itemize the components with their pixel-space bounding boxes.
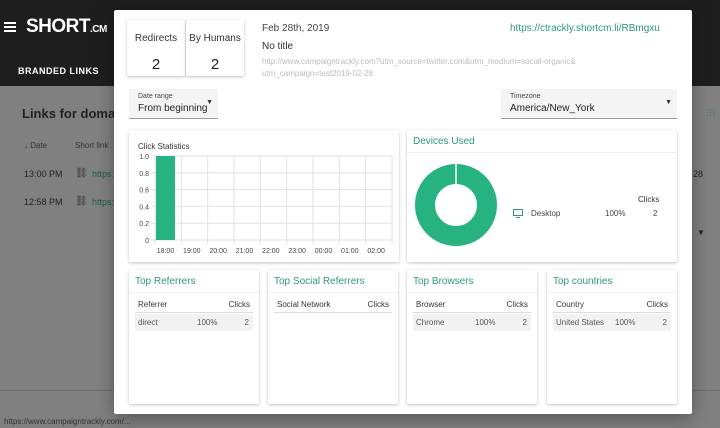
divider	[547, 292, 677, 293]
cell-percent: 100%	[615, 318, 636, 327]
link-date: Feb 28th, 2019	[262, 23, 330, 34]
link-icon: ⛓	[75, 196, 88, 207]
select-label: Timezone	[510, 93, 541, 100]
divider	[135, 312, 253, 313]
divider	[274, 312, 392, 313]
stat-label: By Humans	[189, 33, 241, 44]
x-tick-label: 00:00	[315, 248, 333, 255]
devices-used-card: Devices Used Clicks Desktop 100% 2	[407, 130, 677, 262]
original-url[interactable]: http://www.campaigntrackly.com?utm_sourc…	[262, 56, 577, 80]
cell-percent: 100%	[197, 318, 218, 327]
timezone-select[interactable]: Timezone America/New_York ▼	[501, 89, 677, 119]
divider	[407, 292, 537, 293]
divider	[129, 292, 259, 293]
divider	[407, 152, 677, 153]
column-date[interactable]: ↓ Date	[24, 141, 47, 150]
x-tick-label: 01:00	[341, 248, 359, 255]
col-header: Clicks	[506, 300, 528, 309]
top-countries-card: Top countries Country Clicks United Stat…	[547, 270, 677, 404]
x-tick-label: 20:00	[209, 248, 227, 255]
table-row[interactable]: United States 100% 2	[553, 314, 671, 331]
y-tick-label: 0	[145, 238, 149, 245]
table-row[interactable]: Chrome 100% 2	[413, 314, 531, 331]
col-header: Clicks	[646, 300, 668, 309]
chevron-down-icon[interactable]: ▼	[697, 228, 705, 237]
select-value: From beginning	[138, 103, 208, 114]
y-tick-label: 0.6	[139, 188, 149, 195]
stat-value: 2	[151, 56, 161, 73]
grid-view-icon[interactable]: ⁝⁝⁝	[706, 108, 716, 119]
row-link[interactable]: https:	[92, 169, 114, 179]
menu-icon[interactable]	[4, 22, 16, 32]
col-header: Referrer	[138, 300, 168, 309]
nav-branded-links[interactable]: BRANDED LINKS	[18, 66, 99, 76]
col-header: Social Network	[277, 300, 331, 309]
chevron-down-icon: ▼	[206, 99, 213, 106]
divider	[553, 312, 671, 313]
cell-percent: 100%	[475, 318, 496, 327]
x-tick-label: 21:00	[236, 248, 254, 255]
cell-clicks: 2	[662, 318, 667, 327]
device-percent: 100%	[605, 209, 626, 218]
cell-clicks: 2	[522, 318, 527, 327]
row-link[interactable]: https:	[92, 197, 114, 207]
bar-1800	[156, 156, 175, 240]
clicks-header: Clicks	[638, 195, 660, 204]
link-stats-modal: Redirects 2 By Humans 2 Feb 28th, 2019 N…	[114, 10, 692, 414]
date-range-select[interactable]: Date range From beginning ▼	[129, 89, 218, 119]
y-tick-label: 1.0	[139, 154, 149, 161]
section-title: Top Browsers	[413, 276, 474, 287]
top-referrers-card: Top Referrers Referrer Clicks direct 100…	[129, 270, 259, 404]
stat-label: Redirects	[134, 33, 178, 44]
desktop-icon	[513, 209, 523, 218]
y-tick-label: 0.8	[139, 171, 149, 178]
cell-name: Chrome	[416, 318, 445, 327]
stat-value: 2	[210, 56, 220, 73]
col-header: Clicks	[228, 300, 250, 309]
logo[interactable]: SHORT.CM	[26, 16, 107, 38]
x-tick-label: 18:00	[157, 248, 175, 255]
row-time: 12:58 PM	[24, 197, 63, 207]
click-statistics-chart: 0 0.2 0.4 0.6 0.8 1.0 18:00 19:00 20:00 21:00 22:0…	[139, 154, 393, 255]
section-title: Top countries	[553, 276, 613, 287]
device-clicks: 2	[653, 209, 658, 218]
row-time: 13:00 PM	[24, 169, 63, 179]
device-name: Desktop	[531, 209, 561, 218]
click-statistics-card: Click Statistics 0 0.2 0.4 0.6 0.8 1.0 18:00 19…	[129, 130, 399, 262]
link-title: No title	[262, 41, 294, 52]
top-browsers-card: Top Browsers Browser Clicks Chrome 100% …	[407, 270, 537, 404]
x-tick-label: 22:00	[262, 248, 280, 255]
divider	[268, 292, 398, 293]
footer-text: https://www.campaigntrackly.com/...	[4, 417, 131, 426]
x-tick-label: 23:00	[288, 248, 306, 255]
section-title: Devices Used	[413, 136, 475, 147]
cell-name: direct	[138, 318, 158, 327]
select-label: Date range	[138, 93, 173, 100]
cell-name: United States	[556, 318, 605, 327]
link-icon: ⛓	[75, 168, 88, 179]
cell-clicks: 2	[244, 318, 249, 327]
section-title: Top Social Referrers	[274, 276, 365, 287]
top-social-referrers-card: Top Social Referrers Social Network Clic…	[268, 270, 398, 404]
short-url-link[interactable]: https://ctrackly.shortcm.li/RBmgxu	[510, 23, 660, 34]
x-tick-label: 02:00	[367, 248, 385, 255]
select-value: America/New_York	[510, 103, 595, 114]
table-row[interactable]: direct 100% 2	[135, 314, 253, 331]
section-title: Top Referrers	[135, 276, 196, 287]
col-header: Browser	[416, 300, 446, 309]
column-short-link[interactable]: Short link	[75, 141, 108, 150]
divider	[413, 312, 531, 313]
col-header: Clicks	[367, 300, 389, 309]
stat-redirects: Redirects 2	[127, 20, 185, 76]
devices-donut-chart	[415, 163, 497, 246]
y-tick-label: 0.4	[139, 204, 149, 211]
stat-by-humans: By Humans 2	[186, 20, 244, 76]
y-tick-label: 0.2	[139, 221, 149, 228]
col-header: Country	[556, 300, 585, 309]
x-tick-label: 19:00	[183, 248, 201, 255]
chevron-down-icon: ▼	[665, 99, 672, 106]
